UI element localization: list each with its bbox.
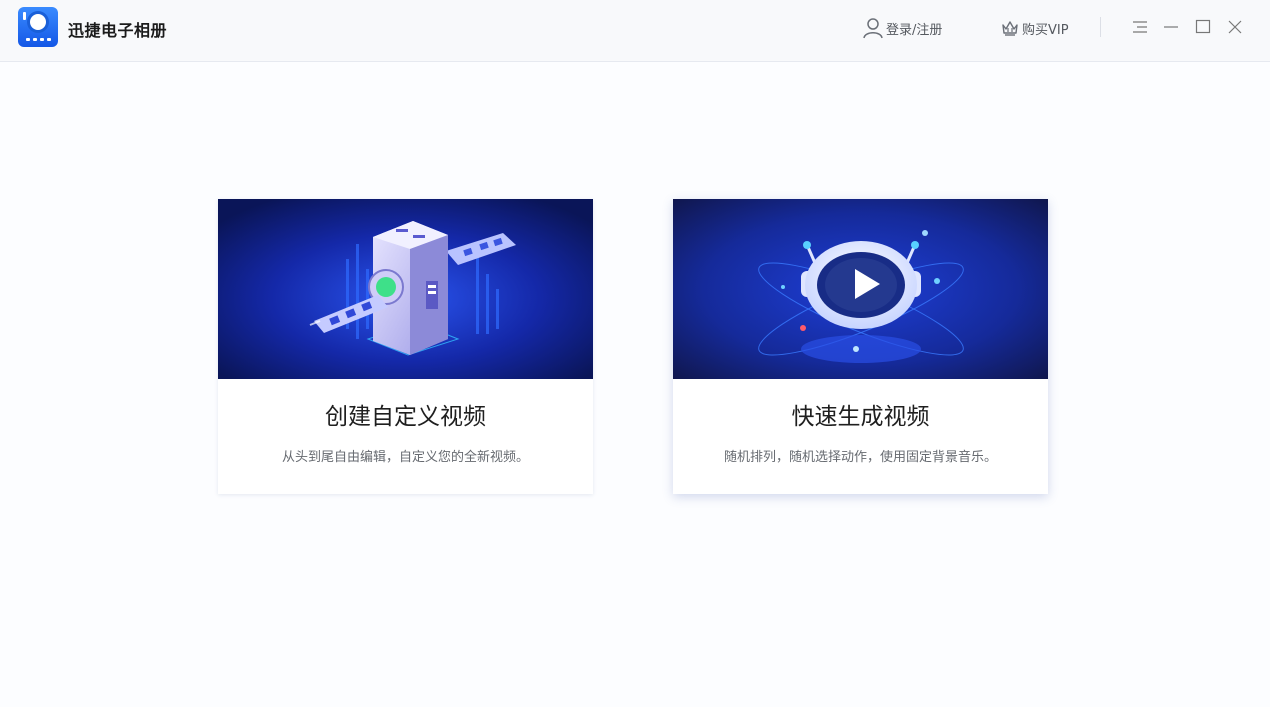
login-register-label: 登录/注册 <box>886 22 943 38</box>
buy-vip-label: 购买VIP <box>1022 22 1069 38</box>
app-title: 迅捷电子相册 <box>68 21 168 40</box>
app-logo-icon <box>18 7 58 47</box>
film-machine-illustration <box>218 199 593 379</box>
maximize-button[interactable] <box>1193 17 1213 37</box>
play-button-illustration <box>673 199 1048 379</box>
user-icon <box>863 18 883 39</box>
maximize-icon <box>1195 19 1211 34</box>
title-bar: 迅捷电子相册 登录/注册 购买VIP <box>0 0 1270 62</box>
create-custom-video-card[interactable]: 创建自定义视频 从头到尾自由编辑，自定义您的全新视频。 <box>218 199 593 494</box>
login-register-link[interactable]: 登录/注册 <box>862 17 942 39</box>
minimize-icon <box>1164 26 1178 28</box>
buy-vip-link[interactable]: 购买VIP <box>1000 17 1069 39</box>
card-title: 创建自定义视频 <box>325 404 486 430</box>
header-divider <box>1100 17 1101 37</box>
menu-button[interactable] <box>1130 17 1150 37</box>
card-description: 随机排列，随机选择动作，使用固定背景音乐。 <box>723 450 997 465</box>
crown-icon <box>1002 21 1018 36</box>
close-icon <box>1228 20 1242 34</box>
quick-generate-video-card[interactable]: 快速生成视频 随机排列，随机选择动作，使用固定背景音乐。 <box>673 199 1048 494</box>
menu-icon <box>1133 21 1147 33</box>
minimize-button[interactable] <box>1161 17 1181 37</box>
card-title: 快速生成视频 <box>791 404 930 430</box>
card-description: 从头到尾自由编辑，自定义您的全新视频。 <box>281 450 529 465</box>
close-button[interactable] <box>1225 17 1245 37</box>
